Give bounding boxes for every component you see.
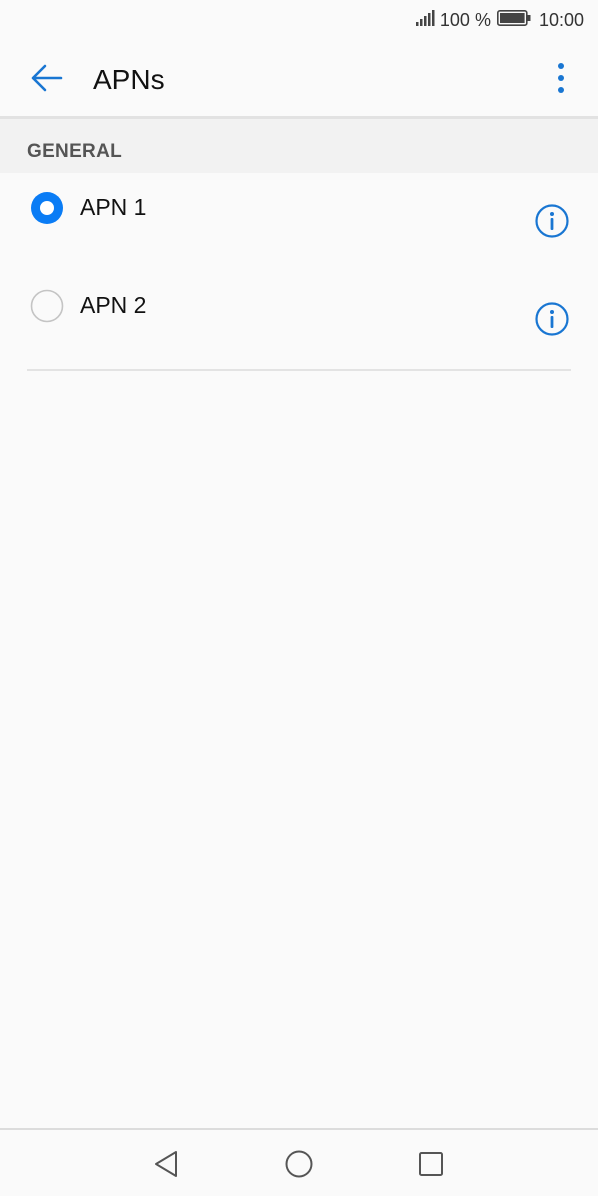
list-divider xyxy=(27,369,571,371)
apn-label: APN 1 xyxy=(80,194,147,220)
battery-icon xyxy=(496,9,531,31)
info-icon[interactable] xyxy=(534,203,570,239)
more-options-button[interactable] xyxy=(546,60,576,100)
apn-row-2[interactable]: APN 2 xyxy=(0,271,598,369)
status-bar: 100 % 10:00 xyxy=(0,0,598,40)
radio-unselected[interactable] xyxy=(30,289,64,323)
back-button[interactable] xyxy=(26,60,66,100)
apn-label: APN 2 xyxy=(80,292,147,318)
page-title: APNs xyxy=(93,64,165,95)
clock: 10:00 xyxy=(538,9,584,30)
nav-home-icon[interactable] xyxy=(283,1148,315,1180)
nav-back-icon[interactable] xyxy=(150,1148,182,1180)
app-bar: APNs xyxy=(0,40,598,118)
section-header: GENERAL xyxy=(0,119,598,173)
radio-selected[interactable] xyxy=(30,191,64,225)
signal-icon xyxy=(415,9,436,31)
apn-row-1[interactable]: APN 1 xyxy=(0,173,598,271)
info-icon[interactable] xyxy=(534,301,570,337)
battery-percent: 100 % xyxy=(439,9,491,30)
section-title: GENERAL xyxy=(27,141,122,162)
nav-recent-icon[interactable] xyxy=(415,1148,447,1180)
more-vert-icon xyxy=(557,62,565,99)
arrow-left-icon xyxy=(29,63,63,98)
navigation-bar xyxy=(0,1128,598,1196)
